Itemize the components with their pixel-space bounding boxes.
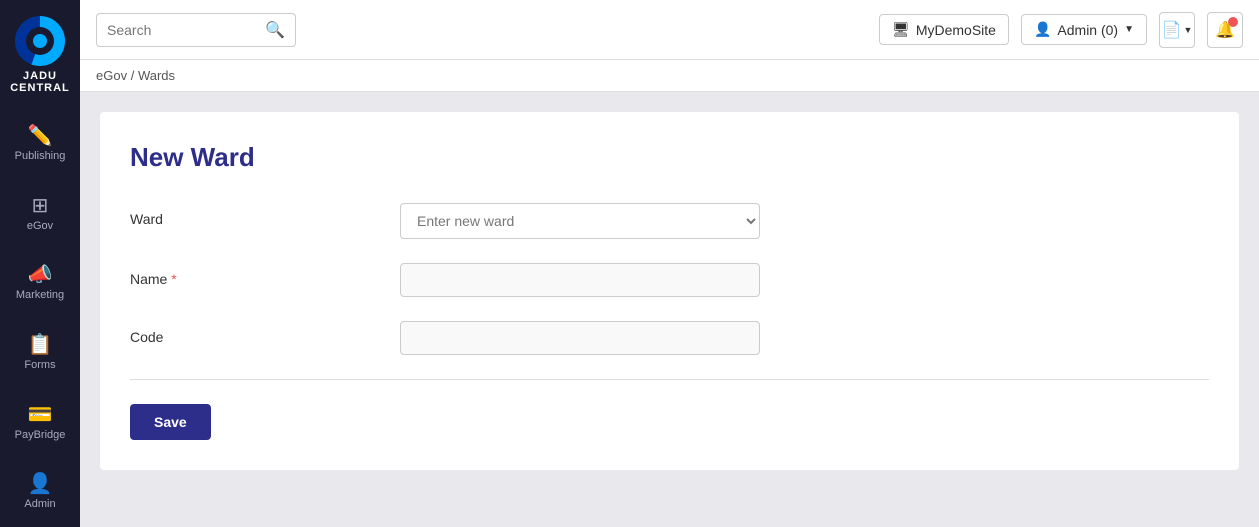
- sidebar-item-publishing[interactable]: ✏️ Publishing: [0, 109, 80, 179]
- name-input[interactable]: [400, 263, 760, 297]
- logo-dot: [33, 34, 47, 48]
- code-field: [400, 321, 760, 355]
- name-label: Name *: [130, 263, 380, 287]
- ward-row: Ward Enter new ward: [130, 203, 1209, 239]
- sidebar-label-publishing: Publishing: [15, 150, 66, 162]
- admin-user-icon: 👤: [1034, 21, 1051, 38]
- sidebar-item-forms[interactable]: 📋 Forms: [0, 318, 80, 388]
- code-input[interactable]: [400, 321, 760, 355]
- breadcrumb-wards: Wards: [138, 68, 175, 83]
- search-box[interactable]: 🔍: [96, 13, 296, 47]
- site-button[interactable]: 🖥 MyDemoSite: [879, 14, 1009, 45]
- chevron-down-icon-2: ▼: [1184, 25, 1193, 35]
- admin-button[interactable]: 👤 Admin (0) ▼: [1021, 14, 1147, 45]
- sidebar-label-egov: eGov: [27, 220, 53, 232]
- breadcrumb: eGov / Wards: [80, 60, 1259, 92]
- breadcrumb-egov[interactable]: eGov: [96, 68, 127, 83]
- marketing-icon: 📣: [28, 265, 53, 285]
- logo-text: JADUCENTRAL: [10, 70, 70, 94]
- sidebar-label-marketing: Marketing: [16, 289, 64, 301]
- sidebar: JADUCENTRAL ✏️ Publishing ⊞ eGov 📣 Marke…: [0, 0, 80, 527]
- search-input[interactable]: [107, 22, 257, 38]
- notification-badge: [1228, 17, 1238, 27]
- header: 🔍 🖥 MyDemoSite 👤 Admin (0) ▼ 📄 ▼ 🔔: [80, 0, 1259, 60]
- sidebar-item-admin[interactable]: 👤 Admin: [0, 457, 80, 527]
- ward-select[interactable]: Enter new ward: [400, 203, 760, 239]
- name-field: [400, 263, 760, 297]
- logo-inner: [26, 27, 54, 55]
- code-row: Code: [130, 321, 1209, 355]
- save-button[interactable]: Save: [130, 404, 211, 440]
- site-label: MyDemoSite: [916, 22, 996, 38]
- ward-label: Ward: [130, 203, 380, 227]
- logo-circle: [15, 16, 65, 66]
- egov-icon: ⊞: [32, 196, 49, 216]
- main-area: 🔍 🖥 MyDemoSite 👤 Admin (0) ▼ 📄 ▼ 🔔 eGov …: [80, 0, 1259, 527]
- notifications-button[interactable]: 🔔: [1207, 12, 1243, 48]
- admin-label: Admin (0): [1057, 22, 1118, 38]
- documents-icon: 📄: [1162, 20, 1182, 40]
- breadcrumb-separator: /: [131, 68, 138, 83]
- admin-nav-icon: 👤: [28, 474, 53, 494]
- publishing-icon: ✏️: [28, 126, 53, 146]
- sidebar-item-marketing[interactable]: 📣 Marketing: [0, 249, 80, 319]
- search-icon: 🔍: [265, 20, 285, 40]
- page-title: New Ward: [130, 142, 1209, 173]
- form-divider: [130, 379, 1209, 380]
- paybridge-icon: 💳: [28, 405, 53, 425]
- sidebar-item-paybridge[interactable]: 💳 PayBridge: [0, 388, 80, 458]
- sidebar-label-admin: Admin: [24, 498, 55, 510]
- content-area: New Ward Ward Enter new ward Name *: [80, 92, 1259, 527]
- sidebar-logo: JADUCENTRAL: [0, 0, 80, 109]
- forms-icon: 📋: [28, 335, 53, 355]
- site-icon: 🖥: [892, 21, 910, 38]
- name-row: Name *: [130, 263, 1209, 297]
- sidebar-label-paybridge: PayBridge: [15, 429, 66, 441]
- sidebar-item-egov[interactable]: ⊞ eGov: [0, 179, 80, 249]
- code-label: Code: [130, 321, 380, 345]
- form-card: New Ward Ward Enter new ward Name *: [100, 112, 1239, 470]
- documents-button[interactable]: 📄 ▼: [1159, 12, 1195, 48]
- sidebar-label-forms: Forms: [24, 359, 55, 371]
- chevron-down-icon: ▼: [1124, 24, 1134, 35]
- ward-field: Enter new ward: [400, 203, 760, 239]
